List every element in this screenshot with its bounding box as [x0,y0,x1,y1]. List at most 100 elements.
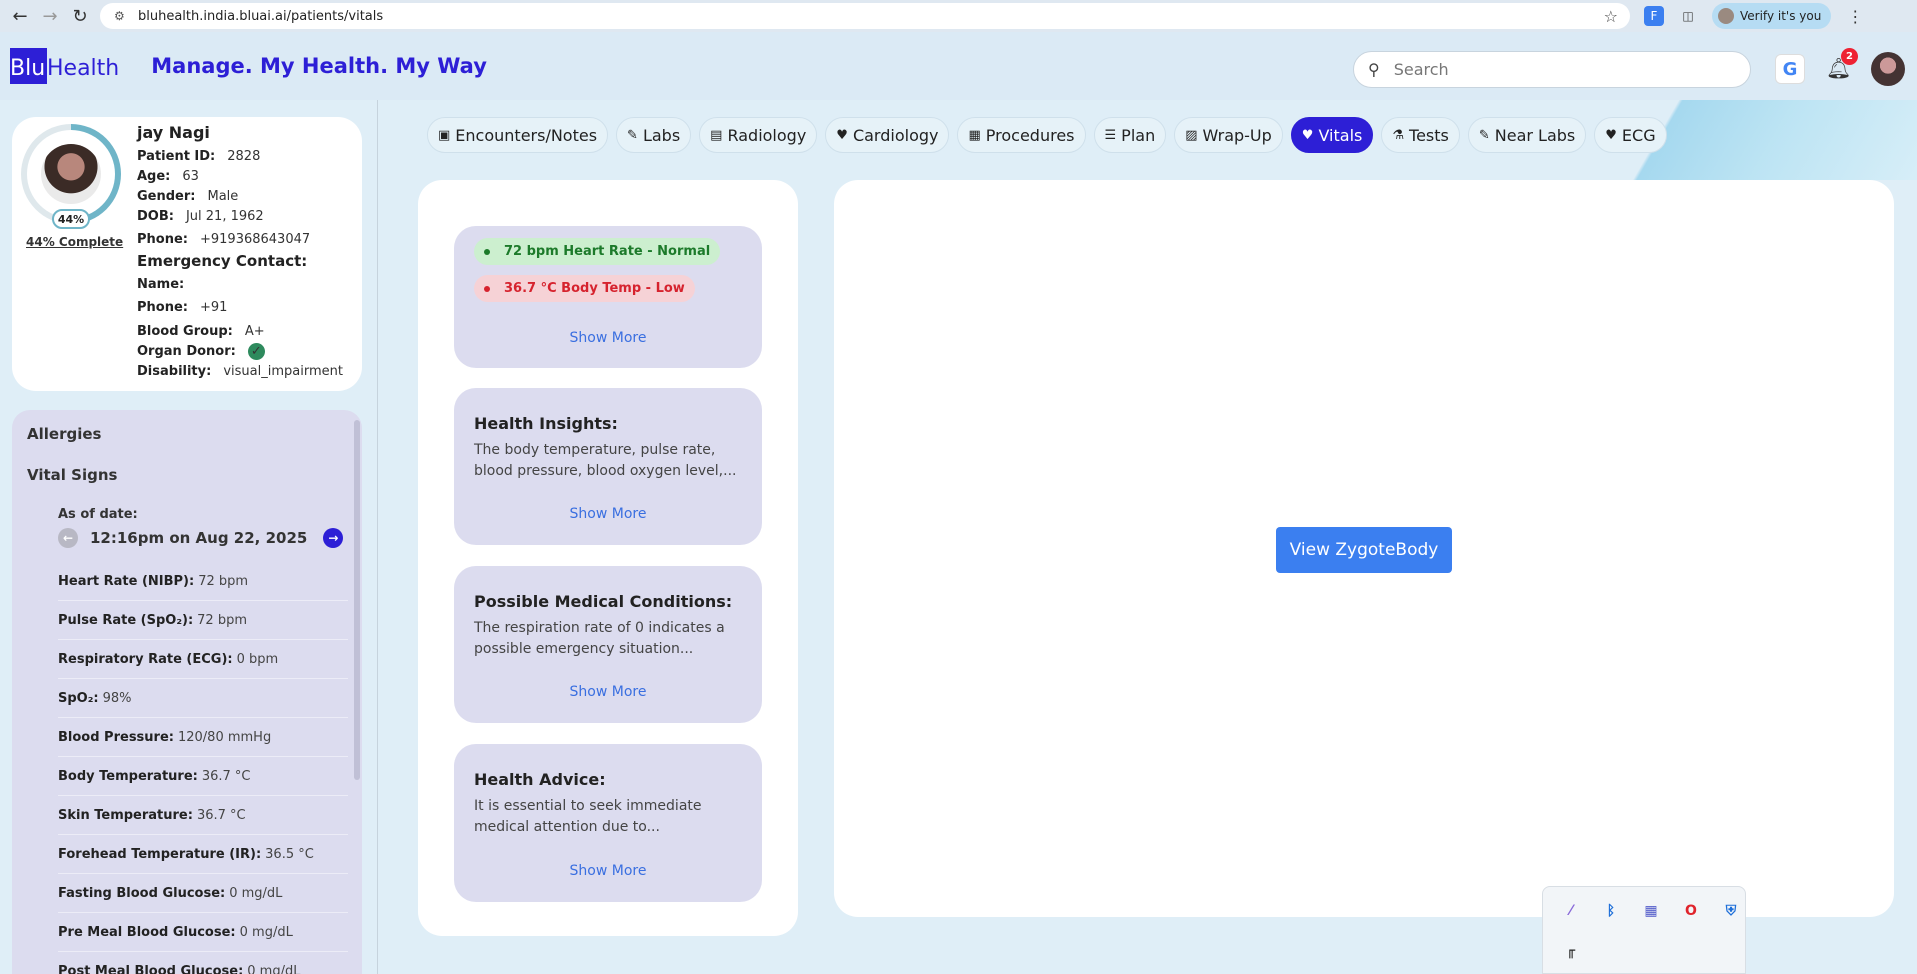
vital-row: Pulse Rate (SpO₂): 72 bpm [58,601,348,640]
health-advice-card: Health Advice: It is essential to seek i… [454,744,762,902]
card-title: Possible Medical Conditions: [474,592,733,611]
vital-row: Blood Pressure: 120/80 mmHg [58,718,348,757]
organ-donor: Organ Donor: ✓ [137,341,343,361]
view-zygotebody-button[interactable]: View ZygoteBody [1276,527,1452,573]
prev-date-icon[interactable]: ← [58,528,78,548]
search-input[interactable] [1393,60,1714,79]
vital-row: Skin Temperature: 36.7 °C [58,796,348,835]
allergies-section[interactable]: Allergies [27,425,101,443]
vital-row: Pre Meal Blood Glucose: 0 mg/dL [58,913,348,952]
vital-row: Post Meal Blood Glucose: 0 mg/dL [58,952,348,974]
disability: Disability: visual_impairment [137,363,343,379]
tab-encounters-notes[interactable]: ▣ Encounters/Notes [427,117,609,153]
date-navigator: ← 12:16pm on Aug 22, 2025 → [58,528,344,548]
vital-list: Heart Rate (NIBP): 72 bpm Pulse Rate (SpO… [58,562,348,974]
bluetooth-icon[interactable]: ᛒ [1601,901,1621,921]
patient-avatar[interactable] [41,144,101,204]
profile-avatar-icon [1718,8,1734,24]
blood-group: Blood Group: A+ [137,323,265,339]
patient-name: jay Nagi [137,123,210,142]
check-icon: ✓ [247,342,265,360]
teams-icon[interactable]: ▦ [1641,901,1661,921]
tab-near-labs[interactable]: ✎ Near Labs [1467,117,1587,153]
list-icon: ☰ [1104,127,1117,143]
tagline: Manage. My Health. My Way [151,54,487,78]
app-header: BluHealth Manage. My Health. My Way ⚲ G … [0,32,1917,100]
insights-panel: 72 bpm Heart Rate - Normal 36.7 °C Body … [418,180,798,936]
show-more-link[interactable]: Show More [454,684,762,700]
vital-row: Heart Rate (NIBP): 72 bpm [58,562,348,601]
patient-info: jay Nagi Patient ID: 2828 Age: 63 Gender: M… [137,123,343,381]
opera-icon[interactable]: O [1681,901,1701,921]
browser-toolbar: ← → ↻ ⚙ bluhealth.india.bluai.ai/patient… [0,0,1917,32]
xray-icon: ▤ [710,127,723,143]
extensions-puzzle-icon[interactable]: ◫ [1678,6,1698,26]
show-more-link[interactable]: Show More [454,506,762,522]
heart-pulse-icon: ♥ [836,127,848,143]
logo-health: Health [47,56,120,81]
emergency-field: Phone: +91 [137,300,228,315]
patient-field: Patient ID: 2828 [137,148,261,164]
next-date-icon[interactable]: → [323,528,344,548]
bookmark-star-icon[interactable]: ☆ [1604,7,1618,26]
health-insights-card: Health Insights: The body temperature, p… [454,388,762,545]
search-icon: ⚲ [1368,60,1380,79]
back-icon[interactable]: ← [10,6,30,27]
vital-signs-section[interactable]: Vital Signs [27,466,117,484]
google-icon[interactable]: G [1775,54,1805,84]
vital-row: Body Temperature: 36.7 °C [58,757,348,796]
extension-icon[interactable]: F [1644,6,1664,26]
heart-pulse-icon: ♥ [1605,127,1617,143]
tab-tests[interactable]: ⚗ Tests [1381,117,1460,153]
vital-row: Fasting Blood Glucose: 0 mg/dL [58,874,348,913]
tab-plan[interactable]: ☰ Plan [1093,117,1167,153]
clipboard-check-icon: ▨ [1185,127,1198,143]
app-tray-icon[interactable]: ╓ [1561,941,1581,961]
show-more-link[interactable]: Show More [454,330,762,346]
section-tabs: ▣ Encounters/Notes ✎ Labs ▤ Radiology ♥ Card… [427,117,1675,153]
tab-ecg[interactable]: ♥ ECG [1594,117,1667,153]
patient-field: Phone: +919368643047 [137,231,311,247]
tab-radiology[interactable]: ▤ Radiology [699,117,818,153]
patient-profile-card: 44% 44% Complete jay Nagi Patient ID: 282… [12,117,362,391]
card-text: The respiration rate of 0 indicates a po… [474,620,725,657]
status-pill-list: 72 bpm Heart Rate - Normal 36.7 °C Body … [454,238,721,302]
tab-labs[interactable]: ✎ Labs [616,117,692,153]
patient-field: Age: 63 [137,168,199,184]
profile-button[interactable]: Verify it's you [1712,3,1832,29]
logo-blu: Blu [10,48,47,84]
site-settings-icon[interactable]: ⚙ [114,9,128,23]
zygote-panel: View ZygoteBody [834,180,1894,917]
status-card: 72 bpm Heart Rate - Normal 36.7 °C Body … [454,226,762,368]
vital-row: Forehead Temperature (IR): 36.5 °C [58,835,348,874]
notification-bell-icon[interactable]: 🔔︎ 2 [1826,48,1858,82]
tab-cardiology[interactable]: ♥ Cardiology [825,117,950,153]
user-avatar[interactable] [1871,52,1905,86]
profile-complete-link[interactable]: 44% Complete [26,235,123,249]
profile-label: Verify it's you [1740,9,1822,23]
show-more-link[interactable]: Show More [454,863,762,879]
status-pill-low: 36.7 °C Body Temp - Low [474,275,695,302]
scrollbar[interactable] [354,420,360,780]
logo[interactable]: Blu Health [10,48,119,84]
tab-wrap-up[interactable]: ▨ Wrap-Up [1174,117,1283,153]
search-box[interactable]: ⚲ [1353,51,1751,88]
divider [377,100,378,974]
completion-percent: 44% [52,209,90,229]
forward-icon[interactable]: → [40,6,60,27]
card-text: It is essential to seek immediate medica… [474,798,702,835]
emergency-field: Name: [137,277,185,292]
emergency-contact-heading: Emergency Contact: [137,252,308,270]
card-title: Health Advice: [474,770,606,789]
tab-procedures[interactable]: ▦ Procedures [957,117,1086,153]
address-bar[interactable]: ⚙ bluhealth.india.bluai.ai/patients/vita… [100,3,1630,29]
feather-app-icon[interactable]: ⁄ [1561,901,1581,921]
browser-menu-icon[interactable]: ⋮ [1847,7,1863,26]
security-shield-icon[interactable]: ⛨ [1721,901,1741,921]
notes-icon: ▣ [438,127,451,143]
vitals-date: 12:16pm on Aug 22, 2025 [90,529,308,547]
notification-badge: 2 [1841,48,1858,65]
vital-row: Respiratory Rate (ECG): 0 bpm [58,640,348,679]
reload-icon[interactable]: ↻ [70,6,90,27]
tab-vitals[interactable]: ♥ Vitals [1290,117,1374,153]
